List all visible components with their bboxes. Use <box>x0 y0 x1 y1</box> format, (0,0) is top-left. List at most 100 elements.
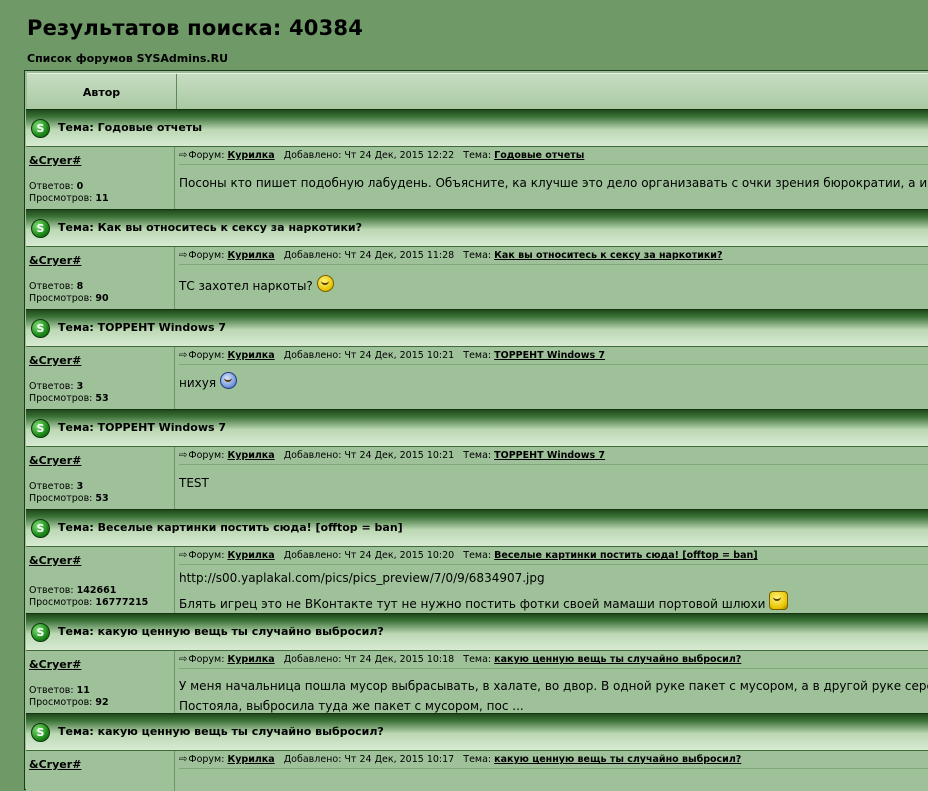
added-label: Добавлено: <box>283 250 342 261</box>
views-count: 90 <box>95 293 109 304</box>
post-arrow-icon[interactable]: ⇨ <box>179 147 187 164</box>
post-stats: Ответов: 0 Просмотров: 11 <box>29 181 109 205</box>
replies-label: Ответов: <box>29 685 74 696</box>
forum-link[interactable]: Курилка <box>227 250 274 261</box>
replies-label: Ответов: <box>29 281 74 292</box>
views-label: Просмотров: <box>29 193 93 204</box>
topic-title[interactable]: Годовые отчеты <box>98 121 202 134</box>
topic-title-link[interactable]: Тема: какую ценную вещь ты случайно выбр… <box>58 625 384 638</box>
forum-label: Форум: <box>188 250 225 261</box>
added-label: Добавлено: <box>283 450 342 461</box>
forum-link[interactable]: Курилка <box>227 350 274 361</box>
post-arrow-icon[interactable]: ⇨ <box>179 751 187 768</box>
views-count: 92 <box>95 697 109 708</box>
wink-smiley-icon <box>316 275 334 292</box>
forum-link[interactable]: Курилка <box>227 550 274 561</box>
author-link[interactable]: &Cryer# <box>29 454 81 467</box>
added-label: Добавлено: <box>283 754 342 765</box>
topic-link[interactable]: ТОРРЕНТ Windows 7 <box>494 350 605 361</box>
author-link[interactable]: &Cryer# <box>29 354 81 367</box>
post-stats: Ответов: 11 Просмотров: 92 <box>29 685 109 709</box>
topic-link[interactable]: Как вы относитесь к сексу за наркотики? <box>494 250 722 261</box>
breadcrumb-forum-list[interactable]: Список форумов SYSAdmins.RU <box>27 52 228 65</box>
author-column-header: Автор <box>27 74 177 110</box>
topic-title[interactable]: ТОРРЕНТ Windows 7 <box>98 421 226 434</box>
topic-meta-label: Тема: <box>463 754 492 765</box>
topic-title[interactable]: ТОРРЕНТ Windows 7 <box>98 321 226 334</box>
topic-title-link[interactable]: Тема: какую ценную вещь ты случайно выбр… <box>58 725 384 738</box>
author-link[interactable]: &Cryer# <box>29 658 81 671</box>
topic-header: S Тема: какую ценную вещь ты случайно выб… <box>26 613 928 651</box>
topic-title-link[interactable]: Тема: Годовые отчеты <box>58 121 202 134</box>
views-count: 53 <box>95 393 109 404</box>
author-link[interactable]: &Cryer# <box>29 254 81 267</box>
topic-meta-label: Тема: <box>463 150 492 161</box>
post-stats: Ответов: 8 Просмотров: 90 <box>29 281 109 305</box>
replies-count: 3 <box>76 381 84 392</box>
author-link[interactable]: &Cryer# <box>29 758 81 771</box>
views-label: Просмотров: <box>29 493 93 504</box>
author-link[interactable]: &Cryer# <box>29 554 81 567</box>
topic-link[interactable]: Веселые картинки постить сюда! [offtop =… <box>494 550 757 561</box>
topic-title-link[interactable]: Тема: Веселые картинки постить сюда! [of… <box>58 521 403 534</box>
post-date: Чт 24 Дек, 2015 10:20 <box>344 550 455 561</box>
added-label: Добавлено: <box>283 350 342 361</box>
sad-smiley-icon <box>219 372 237 389</box>
s-topic-icon: S <box>31 119 50 138</box>
post-arrow-icon[interactable]: ⇨ <box>179 447 187 464</box>
forum-label: Форум: <box>188 450 225 461</box>
forum-link[interactable]: Курилка <box>227 450 274 461</box>
post-date: Чт 24 Дек, 2015 10:17 <box>344 754 455 765</box>
post-author-cell: &Cryer# Ответов: 3 Просмотров: 53 <box>26 347 175 409</box>
post-row: &Cryer# Ответов: 8 Просмотров: 90 ⇨Форум: К… <box>26 247 928 309</box>
forum-link[interactable]: Курилка <box>227 754 274 765</box>
topic-link[interactable]: ТОРРЕНТ Windows 7 <box>494 450 605 461</box>
post-meta: ⇨Форум: Курилка Добавлено: Чт 24 Дек, 20… <box>179 347 928 365</box>
topic-title[interactable]: какую ценную вещь ты случайно выбросил? <box>98 725 384 738</box>
topic-header: S Тема: какую ценную вещь ты случайно выб… <box>26 713 928 751</box>
post-row: &Cryer# Ответов: 11 Просмотров: 92 ⇨Форум: … <box>26 651 928 713</box>
topic-header: S Тема: Веселые картинки постить сюда! [o… <box>26 509 928 547</box>
forum-label: Форум: <box>188 654 225 665</box>
topic-label: Тема: <box>58 121 94 134</box>
topic-title-link[interactable]: Тема: ТОРРЕНТ Windows 7 <box>58 321 226 334</box>
post-meta: ⇨Форум: Курилка Добавлено: Чт 24 Дек, 20… <box>179 651 928 669</box>
s-topic-icon: S <box>31 219 50 238</box>
post-arrow-icon[interactable]: ⇨ <box>179 247 187 264</box>
topic-header: S Тема: Как вы относитесь к сексу за нарк… <box>26 209 928 247</box>
replies-label: Ответов: <box>29 481 74 492</box>
topic-title[interactable]: Веселые картинки постить сюда! [offtop =… <box>98 521 403 534</box>
post-row: &Cryer# Ответов: 0 Просмотров: 11 ⇨Форум: К… <box>26 147 928 209</box>
search-results-table: Автор S Тема: Годовые отчеты &Cryer# Ответо… <box>24 70 928 791</box>
added-label: Добавлено: <box>283 550 342 561</box>
post-author-cell: &Cryer# Ответов: 8 Просмотров: 90 <box>26 247 175 309</box>
topic-link[interactable]: какую ценную вещь ты случайно выбросил? <box>494 754 741 765</box>
post-author-cell: &Cryer# Ответов: 0 Просмотров: 11 <box>26 147 175 209</box>
topic-meta-label: Тема: <box>463 654 492 665</box>
forum-link[interactable]: Курилка <box>227 150 274 161</box>
views-count: 16777215 <box>95 597 149 608</box>
post-arrow-icon[interactable]: ⇨ <box>179 651 187 668</box>
topic-title[interactable]: Как вы относитесь к сексу за наркотики? <box>98 221 362 234</box>
replies-label: Ответов: <box>29 585 74 596</box>
post-row: &Cryer# ⇨Форум: Курилка Добавлено: Чт 24 … <box>26 751 928 791</box>
author-link[interactable]: &Cryer# <box>29 154 81 167</box>
post-text-line: TEST <box>179 476 209 490</box>
topic-link[interactable]: Годовые отчеты <box>494 150 584 161</box>
topic-title-link[interactable]: Тема: Как вы относитесь к сексу за нарко… <box>58 221 362 234</box>
forum-label: Форум: <box>188 754 225 765</box>
post-arrow-icon[interactable]: ⇨ <box>179 547 187 564</box>
post-text-line: У меня начальница пошла мусор выбрасыват… <box>179 679 928 693</box>
post-arrow-icon[interactable]: ⇨ <box>179 347 187 364</box>
forum-link[interactable]: Курилка <box>227 654 274 665</box>
post-text-line: Блять игрец это не ВКонтакте тут не нужн… <box>179 591 789 613</box>
topic-title-link[interactable]: Тема: ТОРРЕНТ Windows 7 <box>58 421 226 434</box>
post-author-cell: &Cryer# <box>26 751 175 791</box>
s-topic-icon: S <box>31 519 50 538</box>
topic-meta-label: Тема: <box>463 550 492 561</box>
post-text-line: ТС захотел наркоты? <box>179 275 334 295</box>
topic-link[interactable]: какую ценную вещь ты случайно выбросил? <box>494 654 741 665</box>
added-label: Добавлено: <box>283 150 342 161</box>
topic-label: Тема: <box>58 221 94 234</box>
topic-title[interactable]: какую ценную вещь ты случайно выбросил? <box>98 625 384 638</box>
